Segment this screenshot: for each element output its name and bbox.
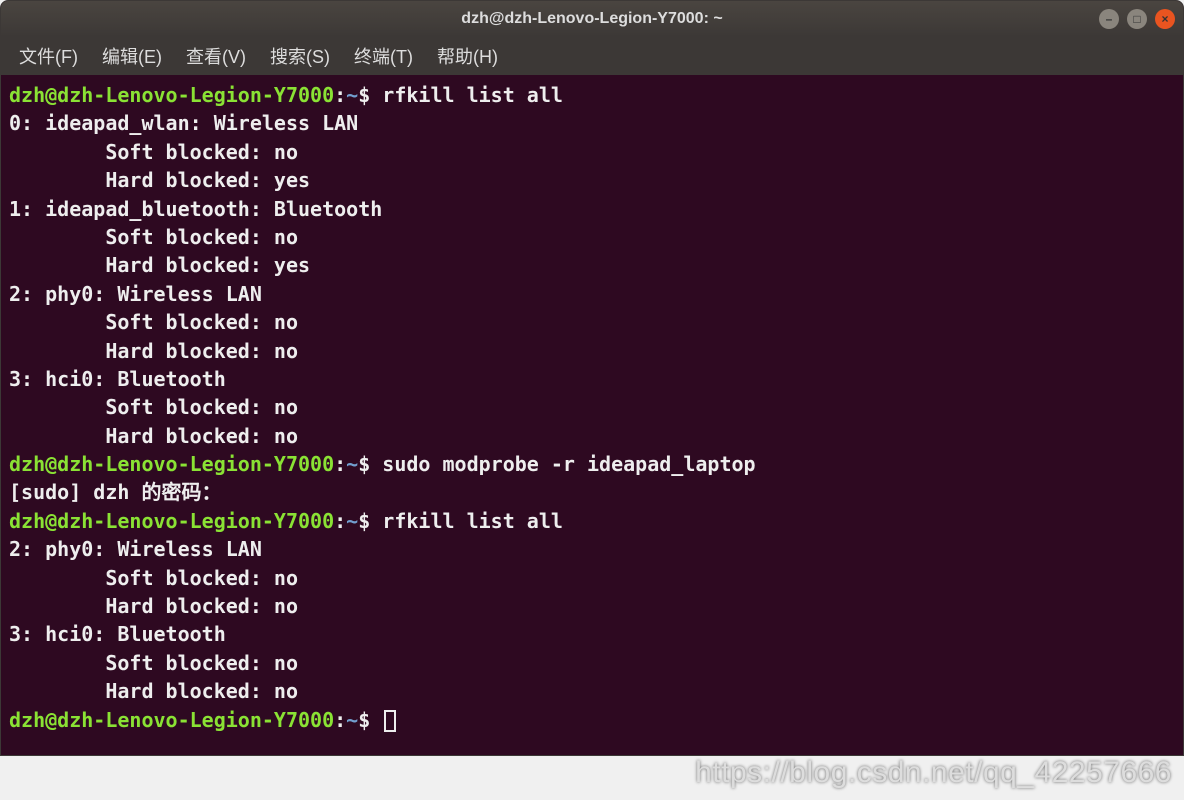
output-line: Soft blocked: no (9, 651, 298, 675)
output-line: Soft blocked: no (9, 566, 298, 590)
menu-edit[interactable]: 编辑(E) (94, 39, 170, 73)
prompt-userhost: dzh@dzh-Lenovo-Legion-Y7000 (9, 83, 334, 107)
output-line: Hard blocked: no (9, 594, 298, 618)
cursor-icon (384, 710, 396, 732)
output-line: 3: hci0: Bluetooth (9, 367, 226, 391)
menubar: 文件(F) 编辑(E) 查看(V) 搜索(S) 终端(T) 帮助(H) (1, 37, 1183, 75)
close-button[interactable]: × (1155, 9, 1175, 29)
watermark: https://blog.csdn.net/qq_42257666 (695, 756, 1172, 790)
prompt-path: ~ (346, 83, 358, 107)
prompt-userhost: dzh@dzh-Lenovo-Legion-Y7000 (9, 708, 334, 732)
terminal-window: dzh@dzh-Lenovo-Legion-Y7000: ~ – □ × 文件(… (0, 0, 1184, 756)
output-line: Hard blocked: no (9, 424, 298, 448)
prompt-userhost: dzh@dzh-Lenovo-Legion-Y7000 (9, 452, 334, 476)
prompt-dollar: $ (358, 708, 370, 732)
output-line: Hard blocked: no (9, 679, 298, 703)
output-line: Soft blocked: no (9, 310, 298, 334)
prompt-dollar: $ (358, 83, 370, 107)
menu-search[interactable]: 搜索(S) (262, 39, 338, 73)
menu-file[interactable]: 文件(F) (11, 39, 86, 73)
prompt-path: ~ (346, 509, 358, 533)
prompt-colon: : (334, 83, 346, 107)
titlebar[interactable]: dzh@dzh-Lenovo-Legion-Y7000: ~ – □ × (1, 1, 1183, 37)
menu-view[interactable]: 查看(V) (178, 39, 254, 73)
output-line: Soft blocked: no (9, 225, 298, 249)
output-line: Soft blocked: no (9, 140, 298, 164)
prompt-path: ~ (346, 708, 358, 732)
window-title: dzh@dzh-Lenovo-Legion-Y7000: ~ (461, 10, 722, 28)
command-3: rfkill list all (370, 509, 563, 533)
output-line: 2: phy0: Wireless LAN (9, 282, 262, 306)
prompt-userhost: dzh@dzh-Lenovo-Legion-Y7000 (9, 509, 334, 533)
terminal-body[interactable]: dzh@dzh-Lenovo-Legion-Y7000:~$ rfkill li… (1, 75, 1183, 755)
command-4 (370, 708, 382, 732)
prompt-colon: : (334, 452, 346, 476)
output-line: [sudo] dzh 的密码： (9, 480, 221, 504)
output-line: 3: hci0: Bluetooth (9, 622, 226, 646)
prompt-dollar: $ (358, 509, 370, 533)
prompt-colon: : (334, 509, 346, 533)
output-line: 2: phy0: Wireless LAN (9, 537, 262, 561)
output-line: 1: ideapad_bluetooth: Bluetooth (9, 197, 382, 221)
output-line: Hard blocked: no (9, 339, 298, 363)
prompt-dollar: $ (358, 452, 370, 476)
menu-help[interactable]: 帮助(H) (429, 39, 506, 73)
command-2: sudo modprobe -r ideapad_laptop (370, 452, 755, 476)
menu-terminal[interactable]: 终端(T) (346, 39, 421, 73)
maximize-button[interactable]: □ (1127, 9, 1147, 29)
output-line: 0: ideapad_wlan: Wireless LAN (9, 111, 358, 135)
prompt-colon: : (334, 708, 346, 732)
output-line: Soft blocked: no (9, 395, 298, 419)
minimize-button[interactable]: – (1099, 9, 1119, 29)
window-controls: – □ × (1099, 9, 1175, 29)
prompt-path: ~ (346, 452, 358, 476)
command-1: rfkill list all (370, 83, 563, 107)
output-line: Hard blocked: yes (9, 168, 310, 192)
output-line: Hard blocked: yes (9, 253, 310, 277)
